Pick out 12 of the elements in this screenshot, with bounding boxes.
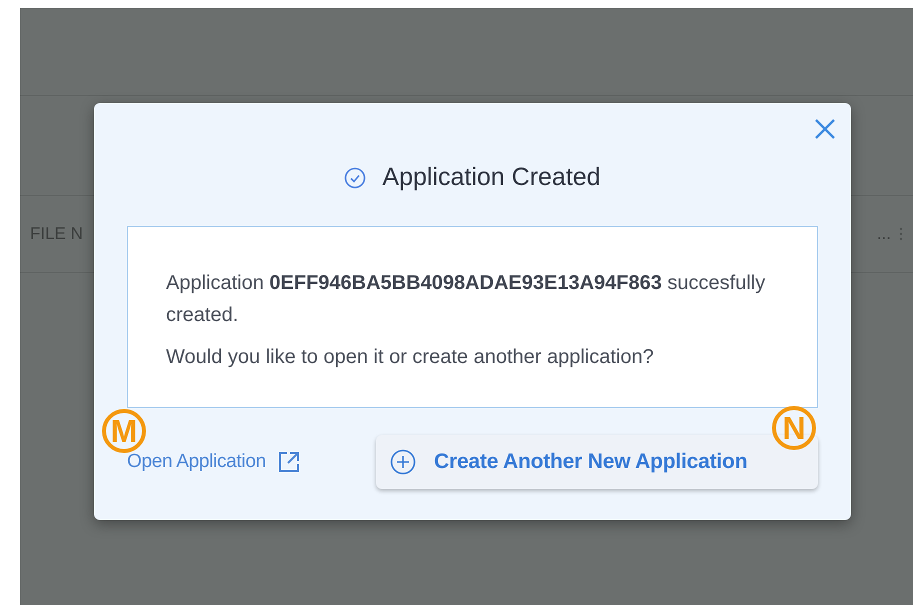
- question-text: Would you like to open it or create another application?: [166, 345, 655, 370]
- annotation-marker: M: [102, 409, 146, 453]
- column-header: ...: [876, 224, 891, 244]
- external-link-icon: [278, 451, 300, 473]
- dialog-title: Application Created: [382, 163, 601, 192]
- plus-circle-icon: [390, 449, 416, 475]
- close-icon: [813, 117, 837, 141]
- annotation-marker: N: [772, 406, 816, 450]
- message-text: Application 0EFF946BA5BB4098ADAE93E13A94F863 succesfully created.: [166, 271, 766, 328]
- close-button[interactable]: [813, 117, 837, 141]
- check-circle-icon: [344, 166, 366, 188]
- open-application-link[interactable]: Open Application: [127, 451, 300, 473]
